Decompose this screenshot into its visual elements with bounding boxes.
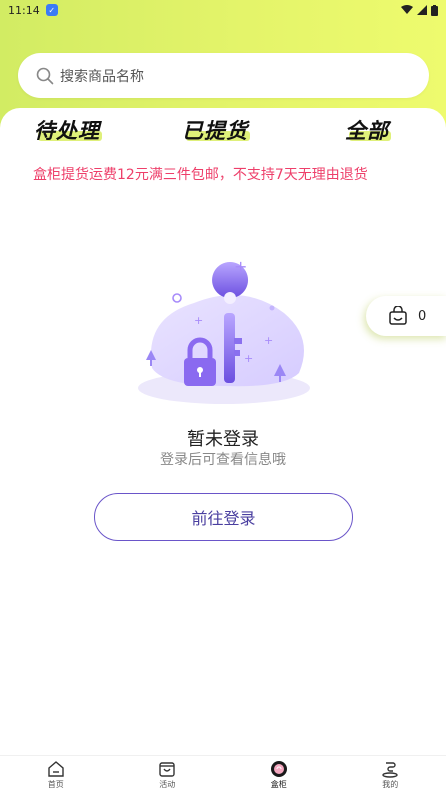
status-bar: 11:14 ✓ [0,0,446,20]
tab-label: 全部 [345,119,389,143]
nav-activity[interactable]: 活动 [112,756,224,793]
notification-app-icon: ✓ [45,4,58,16]
tab-label: 待处理 [34,119,100,143]
empty-state-title: 暂未登录 [187,429,259,450]
search-input[interactable]: 搜索商品名称 [18,53,429,98]
battery-icon [431,4,438,16]
profile-icon [382,762,398,778]
order-tabs: 待处理 已提货 全部 [0,113,446,147]
svg-text:+: + [194,314,203,327]
nav-label: 我的 [382,780,399,789]
wifi-icon [401,5,413,14]
tab-picked-up[interactable]: 已提货 [182,113,250,147]
nav-profile[interactable]: 我的 [335,756,446,793]
svg-text:+: + [244,352,253,365]
home-icon [48,761,64,777]
signal-icon [417,5,427,15]
svg-text:+: + [264,334,273,347]
cart-float-button[interactable]: 0 [366,296,446,336]
search-icon [36,67,54,84]
cart-count: 0 [418,308,427,324]
status-time: 11:14 [8,3,40,17]
bottom-nav: 首页 活动 盒柜 我的 [0,755,446,793]
nav-label: 活动 [159,780,176,789]
go-login-button[interactable]: 前往登录 [94,493,353,541]
login-key-illustration: + + + + [134,257,314,408]
shopping-bag-icon [389,306,407,325]
shipping-notice: 盒柜提货运费12元满三件包邮，不支持7天无理由退货 [33,167,368,183]
box-cabinet-icon [270,761,287,777]
tab-label: 已提货 [182,119,248,143]
nav-label: 盒柜 [270,780,287,789]
nav-label: 首页 [47,780,64,789]
status-indicators [401,4,438,16]
empty-state-subtitle: 登录后可查看信息哦 [160,452,286,468]
tab-all[interactable]: 全部 [345,113,391,147]
nav-box-cabinet[interactable]: 盒柜 [223,756,335,793]
activity-icon [159,762,175,777]
tab-pending[interactable]: 待处理 [34,113,102,147]
search-placeholder: 搜索商品名称 [60,68,144,85]
nav-home[interactable]: 首页 [0,756,112,793]
svg-text:+: + [234,258,247,276]
